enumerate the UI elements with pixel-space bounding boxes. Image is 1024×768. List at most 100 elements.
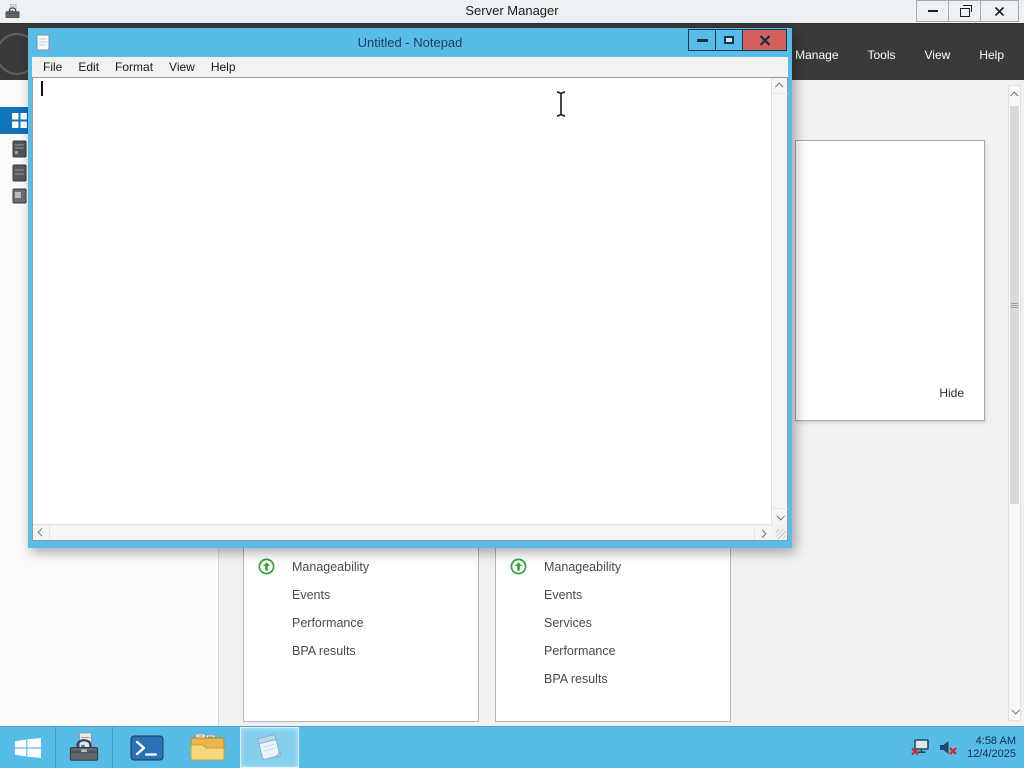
notepad-window-title: Untitled - Notepad — [357, 35, 463, 50]
scroll-up-button[interactable] — [1009, 86, 1020, 104]
tile-row[interactable]: Events — [496, 581, 730, 609]
tile-link-manageability[interactable]: Manageability — [544, 560, 621, 574]
text-area[interactable] — [33, 78, 771, 524]
tile-link-manageability[interactable]: Manageability — [292, 560, 369, 574]
scroll-down-button[interactable] — [772, 508, 788, 524]
mouse-cursor-ibeam — [553, 90, 569, 123]
start-button[interactable] — [0, 727, 55, 768]
vertical-scrollbar[interactable] — [771, 78, 788, 524]
status-up-icon — [258, 558, 275, 580]
restore-icon — [959, 5, 972, 17]
volume-status-icon[interactable] — [939, 740, 957, 755]
clock-time: 4:58 AM — [975, 734, 1016, 747]
taskbar-server-manager-button[interactable] — [56, 727, 112, 768]
resize-grip-icon — [776, 529, 786, 539]
tile-row[interactable]: Manageability — [244, 553, 478, 581]
menu-tools[interactable]: Tools — [868, 48, 896, 62]
hide-link[interactable]: Hide — [939, 386, 964, 400]
status-up-icon — [510, 558, 527, 580]
network-status-icon[interactable] — [911, 739, 931, 756]
all-servers-icon — [12, 164, 27, 182]
sidebar-item-local-server[interactable] — [12, 140, 27, 163]
close-icon — [994, 6, 1005, 16]
tile-row[interactable]: Performance — [244, 609, 478, 637]
server-manager-icon — [69, 732, 99, 761]
server-manager-window-title: Server Manager — [465, 3, 559, 18]
scroll-right-button[interactable] — [754, 525, 771, 540]
horizontal-scrollbar[interactable] — [33, 524, 771, 540]
minimize-button[interactable] — [688, 29, 716, 51]
close-button[interactable] — [742, 29, 787, 51]
chevron-up-icon — [1009, 91, 1019, 100]
chevron-right-icon — [758, 528, 767, 538]
menu-help[interactable]: Help — [979, 48, 1004, 62]
chevron-left-icon — [37, 527, 46, 537]
menu-manage[interactable]: Manage — [795, 48, 838, 62]
file-storage-icon — [12, 188, 27, 204]
tile-link-performance[interactable]: Performance — [292, 616, 364, 630]
tile-row[interactable]: BPA results — [244, 637, 478, 665]
close-button[interactable] — [980, 0, 1019, 22]
taskbar-clock[interactable]: 4:58 AM 12/4/2025 — [967, 735, 1020, 761]
system-tray: 4:58 AM 12/4/2025 — [911, 727, 1020, 768]
close-icon — [759, 34, 770, 46]
menu-file[interactable]: File — [35, 60, 70, 74]
tile-link-performance[interactable]: Performance — [544, 644, 616, 658]
desktop: Server Manager Manage Tools View Help Ma… — [0, 0, 1024, 768]
taskbar-file-explorer-button[interactable] — [180, 727, 235, 768]
tile-row[interactable]: Services — [496, 609, 730, 637]
server-manager-titlebar: Server Manager — [0, 0, 1024, 23]
chevron-up-icon — [775, 81, 784, 91]
taskbar: 4:58 AM 12/4/2025 — [0, 726, 1024, 768]
notepad-edit-area — [32, 77, 788, 541]
tile-row[interactable]: BPA results — [496, 665, 730, 693]
content-scrollbar[interactable] — [1008, 85, 1021, 721]
dashboard-tile-all-servers: Manageability Events Services Performanc… — [495, 540, 731, 722]
menu-view[interactable]: View — [925, 48, 951, 62]
taskbar-notepad-button[interactable] — [240, 727, 299, 768]
scroll-left-button[interactable] — [33, 525, 50, 540]
sidebar-item-all-servers[interactable] — [12, 164, 27, 187]
scrollbar-thumb[interactable] — [1010, 106, 1019, 504]
file-explorer-icon — [190, 733, 225, 761]
notepad-window: Untitled - Notepad File Edit Format View… — [28, 28, 792, 548]
minimize-button[interactable] — [916, 0, 949, 22]
minimize-icon — [696, 38, 708, 42]
menu-help[interactable]: Help — [203, 60, 244, 74]
tile-link-bpa-results[interactable]: BPA results — [292, 644, 356, 658]
notepad-menubar: File Edit Format View Help — [32, 57, 788, 77]
tile-row[interactable]: Performance — [496, 637, 730, 665]
dashboard-icon — [12, 113, 27, 133]
tile-link-bpa-results[interactable]: BPA results — [544, 672, 608, 686]
sidebar-item-file-storage[interactable] — [12, 187, 27, 210]
thumb-grip-icon — [1011, 302, 1018, 308]
notepad-window-controls — [688, 29, 787, 51]
taskbar-powershell-button[interactable] — [119, 727, 174, 768]
tile-link-events[interactable]: Events — [544, 588, 582, 602]
clock-date: 12/4/2025 — [967, 747, 1016, 760]
tile-link-services[interactable]: Services — [544, 616, 592, 630]
text-caret — [41, 81, 43, 96]
resize-corner[interactable] — [771, 524, 787, 540]
minimize-icon — [927, 10, 938, 12]
tile-link-events[interactable]: Events — [292, 588, 330, 602]
menu-edit[interactable]: Edit — [70, 60, 107, 74]
dashboard-tile-local-server: Manageability Events Performance BPA res… — [243, 540, 479, 722]
local-server-icon — [12, 140, 27, 158]
windows-logo-icon — [14, 737, 41, 758]
server-manager-window-controls — [916, 0, 1019, 22]
navbar-menu: Manage Tools View Help — [795, 48, 1004, 62]
maximize-button[interactable] — [715, 29, 743, 51]
notification-flyout: Hide — [795, 140, 985, 421]
scroll-up-button[interactable] — [772, 78, 788, 94]
restore-button[interactable] — [948, 0, 981, 22]
tile-row[interactable]: Events — [244, 581, 478, 609]
maximize-icon — [724, 36, 734, 44]
taskbar-separator — [112, 727, 113, 768]
notepad-icon — [257, 733, 281, 761]
menu-format[interactable]: Format — [107, 60, 161, 74]
tile-row[interactable]: Manageability — [496, 553, 730, 581]
notepad-titlebar[interactable]: Untitled - Notepad — [28, 28, 792, 57]
scroll-down-button[interactable] — [1009, 702, 1020, 720]
menu-view[interactable]: View — [161, 60, 203, 74]
